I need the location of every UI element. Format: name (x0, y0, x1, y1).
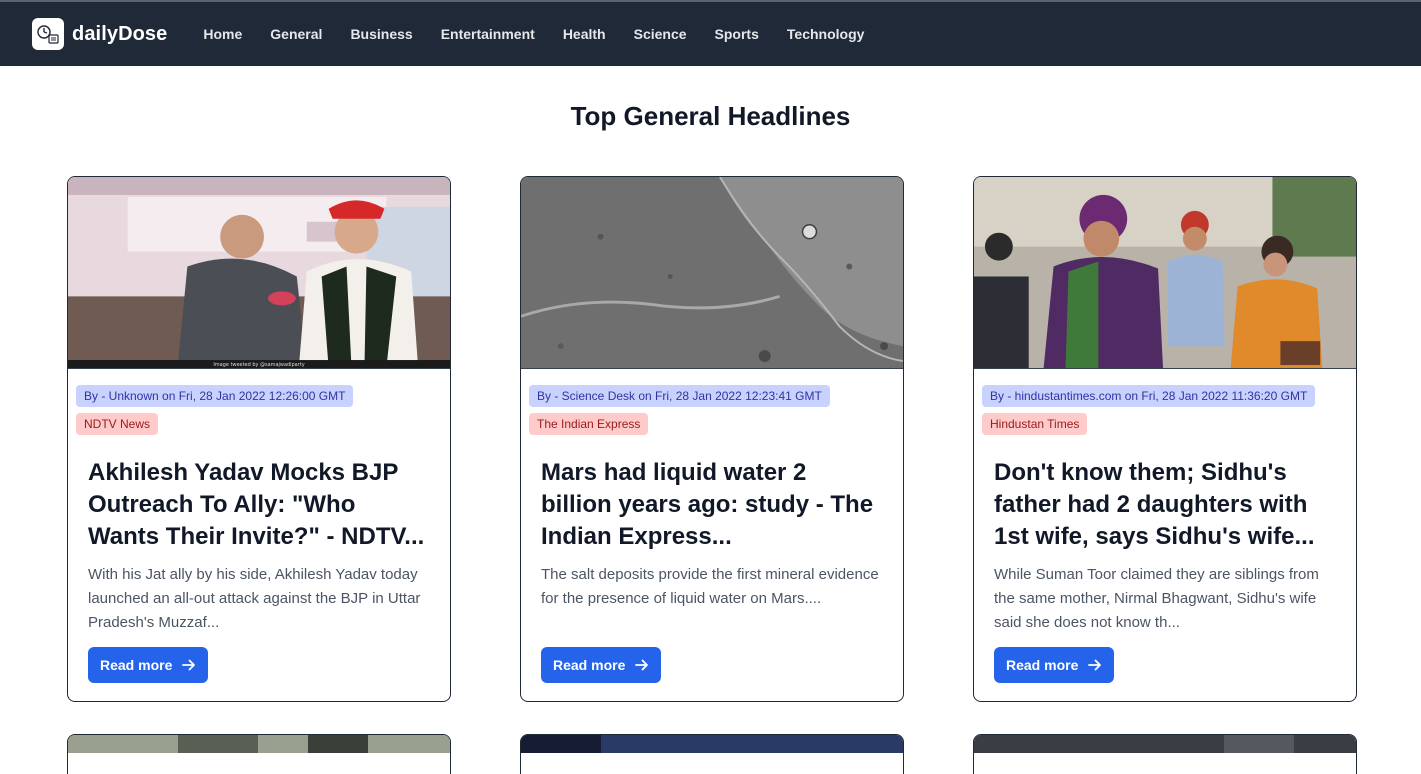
article-title: Akhilesh Yadav Mocks BJP Outreach To All… (88, 459, 425, 550)
news-card: Image tweeted by @samajwadiparty By - Un… (67, 176, 451, 702)
nav-link-science[interactable]: Science (622, 20, 699, 48)
news-image (974, 735, 1356, 753)
news-card-partial (67, 734, 451, 774)
card-body: By - hindustantimes.com on Fri, 28 Jan 2… (974, 369, 1356, 683)
author-date-badge: By - Science Desk on Fri, 28 Jan 2022 12… (529, 385, 830, 407)
nav-link-health[interactable]: Health (551, 20, 618, 48)
read-more-button[interactable]: Read more (994, 647, 1115, 683)
news-card-partial (520, 734, 904, 774)
news-image: Image tweeted by @samajwadiparty (68, 177, 450, 369)
read-more-label: Read more (1006, 657, 1079, 673)
news-card: By - Science Desk on Fri, 28 Jan 2022 12… (520, 176, 904, 702)
nav-link-technology[interactable]: Technology (775, 20, 877, 48)
read-more-button[interactable]: Read more (541, 647, 662, 683)
read-more-label: Read more (100, 657, 173, 673)
arrow-right-icon (182, 659, 196, 671)
nav-link-entertainment[interactable]: Entertainment (429, 20, 547, 48)
brand-link[interactable]: dailyDose (32, 18, 167, 50)
arrow-right-icon (1088, 659, 1102, 671)
brand-name: dailyDose (72, 22, 168, 45)
news-image (521, 177, 903, 369)
read-more-label: Read more (553, 657, 626, 673)
logo-icon (32, 18, 64, 50)
article-description: The salt deposits provide the first mine… (541, 566, 879, 607)
news-card: By - hindustantimes.com on Fri, 28 Jan 2… (973, 176, 1357, 702)
card-body: By - Science Desk on Fri, 28 Jan 2022 12… (521, 369, 903, 683)
nav-link-sports[interactable]: Sports (703, 20, 771, 48)
source-badge: The Indian Express (529, 413, 649, 435)
news-image (521, 735, 903, 753)
news-card-partial (973, 734, 1357, 774)
news-image (974, 177, 1356, 369)
article-description: With his Jat ally by his side, Akhilesh … (88, 566, 421, 631)
arrow-right-icon (635, 659, 649, 671)
image-caption: Image tweeted by @samajwadiparty (213, 362, 304, 368)
author-date-badge: By - Unknown on Fri, 28 Jan 2022 12:26:0… (76, 385, 354, 407)
article-title: Mars had liquid water 2 billion years ag… (541, 459, 874, 550)
nav-link-business[interactable]: Business (338, 20, 424, 48)
nav-link-general[interactable]: General (258, 20, 334, 48)
news-image (68, 735, 450, 753)
read-more-button[interactable]: Read more (88, 647, 209, 683)
nav-link-home[interactable]: Home (191, 20, 254, 48)
page-title: Top General Headlines (570, 101, 851, 131)
author-date-badge: By - hindustantimes.com on Fri, 28 Jan 2… (982, 385, 1316, 407)
source-badge: Hindustan Times (982, 413, 1088, 435)
navbar: dailyDose Home General Business Entertai… (0, 2, 1421, 66)
article-description: While Suman Toor claimed they are siblin… (994, 566, 1319, 631)
article-title: Don't know them; Sidhu's father had 2 da… (994, 459, 1315, 550)
source-badge: NDTV News (76, 413, 159, 435)
card-body: By - Unknown on Fri, 28 Jan 2022 12:26:0… (68, 369, 450, 683)
nav-links: Home General Business Entertainment Heal… (191, 20, 880, 48)
